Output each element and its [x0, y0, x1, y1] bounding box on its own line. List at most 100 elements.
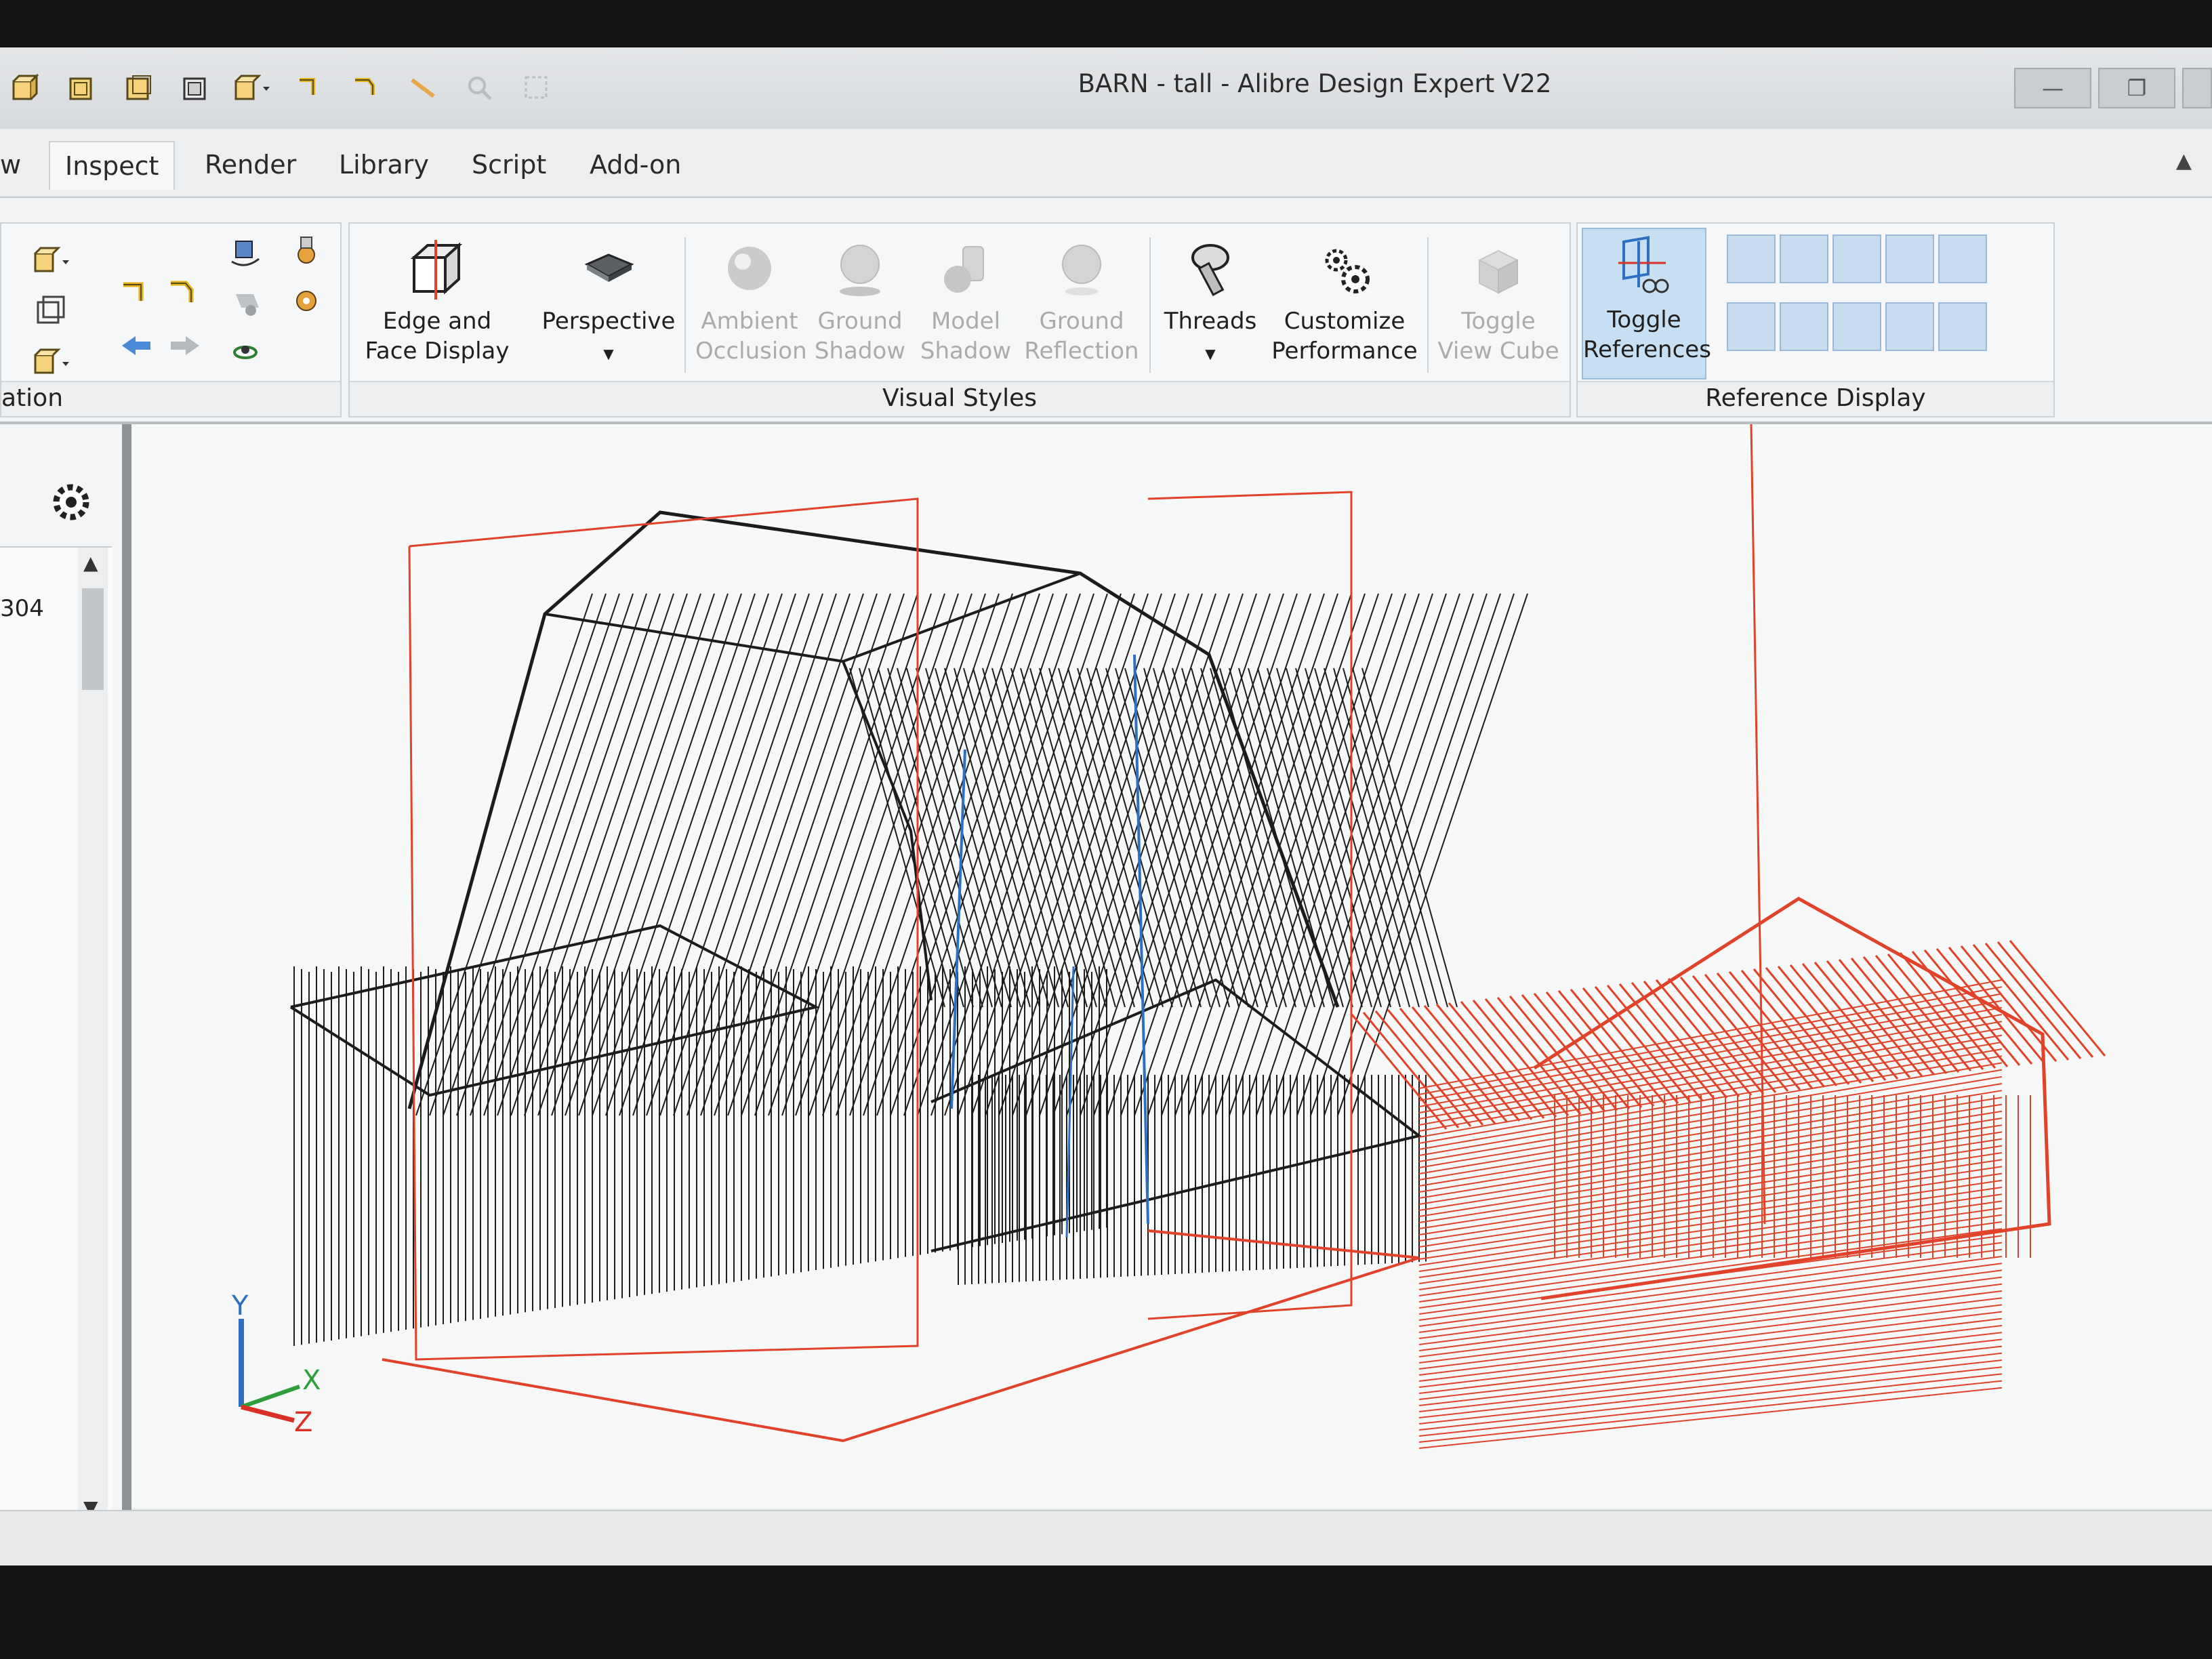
previous-view-icon[interactable]	[117, 271, 157, 312]
rotate-view-icon[interactable]	[225, 232, 266, 272]
chevron-down-icon: ▼	[1205, 346, 1216, 362]
ribbon: ation Edge and Face Display ▼	[0, 198, 2212, 424]
model-canvas[interactable]: Y X Z	[131, 424, 2212, 1509]
design-explorer-panel: 304 ▲ ▼	[0, 424, 131, 1530]
ref-sketch-icon[interactable]	[1727, 302, 1776, 351]
navigation-group: ation	[0, 222, 342, 417]
ground-reflection-button[interactable]: Ground Reflection	[1021, 237, 1143, 366]
pan-icon[interactable]	[225, 281, 266, 321]
perspective-button[interactable]: Perspective ▼	[534, 237, 683, 369]
view-front-icon[interactable]	[57, 64, 106, 112]
group-label-visual-styles: Visual Styles	[350, 381, 1570, 416]
customize-performance-button[interactable]: Customize Performance	[1270, 237, 1419, 366]
tab-render[interactable]: Render	[205, 141, 296, 188]
title-bar: BARN - tall - Alibre Design Expert V22 —…	[0, 47, 2212, 129]
triad-x-label: X	[302, 1365, 321, 1396]
close-button[interactable]	[2182, 68, 2212, 108]
zoom-window-icon[interactable]	[512, 64, 561, 112]
ref-axis-icon[interactable]	[1780, 234, 1828, 283]
chevron-up-icon[interactable]: ▲	[83, 552, 98, 574]
ribbon-tabs: w Inspect Render Library Script Add-on ▲	[0, 129, 2212, 199]
ambient-occlusion-button[interactable]: Ambient Occlusion	[695, 237, 807, 366]
ambient-label-2: Occlusion	[695, 337, 807, 365]
zoom-fit-icon[interactable]	[286, 281, 327, 321]
minimize-button[interactable]: —	[2014, 68, 2091, 108]
ground-shadow-label-2: Shadow	[814, 337, 906, 365]
view-back-icon[interactable]	[114, 64, 163, 112]
separator	[1149, 237, 1151, 373]
zoom-icon[interactable]	[455, 64, 504, 112]
model-shadow-label-1: Model	[930, 308, 1001, 335]
ground-reflection-label-2: Reflection	[1024, 337, 1139, 365]
window-title: BARN - tall - Alibre Design Expert V22	[1078, 69, 1552, 98]
ref-constraint-icon[interactable]	[1832, 302, 1881, 351]
scrollbar[interactable]: ▲ ▼	[78, 548, 108, 1530]
quick-access-toolbar	[0, 61, 569, 115]
triad-y-label: Y	[231, 1290, 249, 1322]
threads-label: Threads	[1164, 308, 1257, 335]
toggle-references-button[interactable]: Toggle References	[1582, 228, 1711, 380]
orbit-icon[interactable]	[286, 232, 327, 272]
ref-part-icon[interactable]	[1885, 302, 1934, 351]
ref-assembly-icon[interactable]	[1938, 302, 1987, 351]
edge-and-face-display-button[interactable]: Edge and Face Display ▼	[359, 237, 515, 401]
ref-3dsketch-icon[interactable]	[1780, 302, 1828, 351]
spin-icon[interactable]	[225, 329, 266, 370]
ground-shadow-button[interactable]: Ground Shadow	[809, 237, 911, 366]
arrow-right-icon[interactable]	[164, 325, 205, 366]
view-top-icon[interactable]	[171, 64, 220, 112]
edge-face-label-1: Edge and	[382, 308, 492, 335]
ref-csys-icon[interactable]	[1885, 234, 1934, 283]
customize-label-1: Customize	[1284, 308, 1406, 335]
model-shadow-label-2: Shadow	[920, 337, 1012, 365]
redo-icon[interactable]	[342, 64, 390, 112]
edge-face-display-icon	[410, 240, 463, 300]
coordinate-triad: Y X Z	[231, 1290, 321, 1438]
view-iso-dropdown-icon[interactable]	[228, 64, 276, 112]
view-solid-dropdown-icon[interactable]	[31, 343, 72, 384]
ground-reflection-label-1: Ground	[1039, 308, 1124, 335]
perspective-label: Perspective	[541, 308, 676, 335]
toggle-references-icon	[1618, 236, 1669, 293]
tab-library[interactable]: Library	[339, 141, 429, 188]
tab-view[interactable]: w	[0, 141, 21, 188]
3d-viewport[interactable]: Y X Z	[131, 424, 2212, 1509]
view-cube-dropdown-icon[interactable]	[31, 241, 72, 282]
perspective-icon	[584, 253, 634, 282]
tab-script[interactable]: Script	[472, 141, 546, 188]
gear-icon	[1325, 249, 1370, 293]
tree-item-value[interactable]: 304	[0, 595, 44, 622]
group-label-reference-display: Reference Display	[1578, 381, 2053, 416]
ref-point-icon[interactable]	[1832, 234, 1881, 283]
edge-face-label-2: Face Display	[365, 337, 510, 365]
toggle-view-cube-button[interactable]: Toggle View Cube	[1434, 237, 1563, 366]
threads-bolt-icon	[1191, 244, 1229, 296]
arrow-left-icon[interactable]	[117, 325, 157, 366]
tab-add-on[interactable]: Add-on	[590, 141, 681, 188]
threads-button[interactable]: Threads ▼	[1156, 237, 1265, 369]
ref-plane-icon[interactable]	[1727, 234, 1776, 283]
tab-inspect[interactable]: Inspect	[49, 141, 176, 190]
shapes-icon	[944, 246, 984, 293]
group-label-navigation: ation	[1, 381, 340, 416]
barn-model-black	[289, 510, 1528, 1346]
model-shadow-button[interactable]: Model Shadow	[916, 237, 1015, 366]
chevron-up-icon[interactable]: ▲	[2176, 149, 2192, 173]
restore-button[interactable]: ❐	[2098, 68, 2175, 108]
view-cube-icon[interactable]	[0, 64, 49, 112]
pencil-icon[interactable]	[398, 64, 447, 112]
view-wire-icon[interactable]	[31, 291, 72, 332]
separator	[1427, 237, 1429, 373]
ambient-label-1: Ambient	[701, 308, 798, 335]
separator	[684, 237, 686, 373]
minimize-icon: —	[2042, 75, 2064, 101]
scrollbar-thumb[interactable]	[82, 588, 104, 690]
gear-icon[interactable]	[47, 478, 95, 529]
sphere-shadow-icon	[840, 245, 880, 296]
undo-icon[interactable]	[285, 64, 333, 112]
barn-model-red	[382, 424, 2106, 1449]
next-view-icon[interactable]	[164, 271, 205, 312]
status-bar	[0, 1510, 2212, 1565]
ref-origin-icon[interactable]	[1938, 234, 1987, 283]
design-tree[interactable]: 304 ▲ ▼	[0, 546, 112, 1530]
